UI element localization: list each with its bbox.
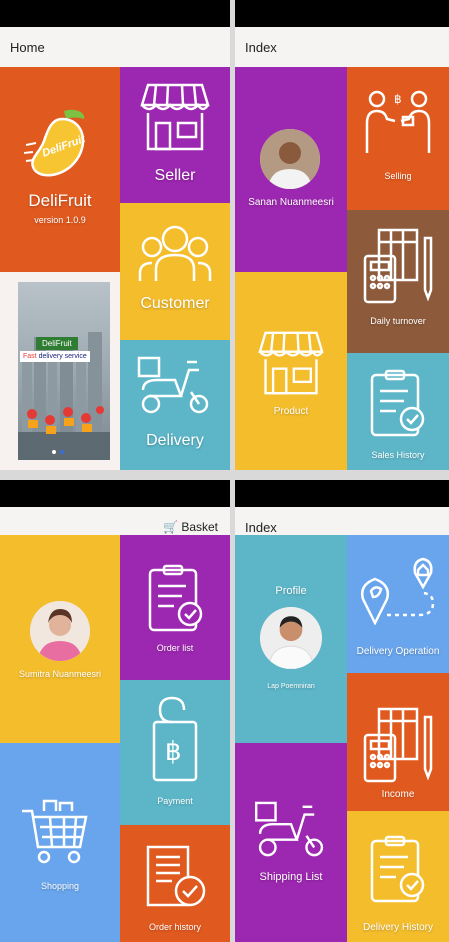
- person-avatar-icon: [260, 607, 322, 669]
- delivery-profile-tile[interactable]: Profile Lap Poemniran: [235, 535, 347, 743]
- exchange-icon: ฿: [365, 90, 431, 153]
- calculator-icon: [363, 707, 433, 783]
- delivery-operation-tile[interactable]: Delivery Operation: [347, 535, 449, 673]
- svg-text:฿: ฿: [165, 736, 182, 766]
- customer-label: Customer: [140, 295, 210, 312]
- payment-label: Payment: [157, 796, 193, 806]
- clipboard-check-icon: [370, 835, 425, 903]
- delivery-user-name: Lap Poemniran: [267, 683, 315, 690]
- page-title: Index: [245, 520, 277, 535]
- scooter-icon: [137, 356, 209, 414]
- price-tag-icon: ฿: [152, 696, 198, 782]
- app-logo-tile: DeliFruit DeliFruit version 1.0.9: [0, 67, 120, 272]
- basket-label: Basket: [181, 520, 218, 534]
- scooter-icon: [254, 801, 324, 857]
- app-bar: Home: [0, 27, 230, 67]
- svg-text:฿: ฿: [394, 92, 402, 106]
- home-screen: Home DeliFruit DeliFruit version 1.0.9 D…: [0, 0, 230, 470]
- income-label: Income: [381, 789, 415, 800]
- delivery-history-label: Delivery History: [362, 922, 433, 933]
- delivery-tile[interactable]: Delivery: [120, 340, 230, 470]
- customer-user-name: Sumitra Nuanmeesri: [18, 669, 102, 679]
- shop-icon: [140, 83, 210, 151]
- app-name: DeliFruit: [28, 191, 92, 210]
- delivery-index-screen: Index Profile Lap Poemniran Shipping Lis…: [235, 480, 449, 942]
- shipping-list-tile[interactable]: Shipping List: [235, 743, 347, 942]
- banner-tagline: Fast delivery service: [20, 351, 90, 362]
- selling-tile[interactable]: ฿ Selling: [347, 67, 449, 210]
- shopping-label: Shopping: [40, 881, 80, 891]
- mango-logo-icon: DeliFruit: [24, 109, 88, 177]
- order-history-label: Order history: [148, 922, 201, 932]
- banner-tagline-text: delivery service: [36, 353, 87, 360]
- shop-icon: [258, 331, 324, 395]
- status-bar: [0, 0, 230, 27]
- page-title: Index: [245, 40, 277, 55]
- status-bar: [0, 480, 230, 507]
- person-avatar-icon: [30, 601, 90, 661]
- income-tile[interactable]: Income: [347, 673, 449, 811]
- seller-tile[interactable]: Seller: [120, 67, 230, 203]
- customer-screen: 🛒 Basket Sumitra Nuanmeesri Shopping Ord…: [0, 480, 230, 942]
- seller-profile-tile[interactable]: Sanan Nuanmeesri: [235, 67, 347, 272]
- clipboard-check-icon: [148, 564, 203, 632]
- order-list-tile[interactable]: Order list: [120, 535, 230, 680]
- city-skyline-icon: [18, 332, 110, 460]
- seller-index-screen: Index Sanan Nuanmeesri Product ฿ Selling…: [235, 0, 449, 470]
- product-tile[interactable]: Product: [235, 272, 347, 470]
- banner-image: DeliFruit Fast delivery service: [18, 282, 110, 460]
- shopping-tile[interactable]: Shopping: [0, 743, 120, 942]
- avatar: [260, 607, 322, 669]
- person-avatar-icon: [260, 129, 320, 189]
- app-version: version 1.0.9: [34, 215, 86, 225]
- order-history-tile[interactable]: Order history: [120, 825, 230, 942]
- customer-tile[interactable]: Customer: [120, 203, 230, 340]
- sales-history-label: Sales History: [371, 450, 425, 460]
- banner-tagline-accent: Fast: [23, 353, 37, 360]
- clipboard-check-icon: [370, 369, 425, 437]
- calculator-icon: [363, 228, 433, 304]
- profile-label: Profile: [275, 585, 307, 597]
- sales-history-tile[interactable]: Sales History: [347, 353, 449, 470]
- product-label: Product: [273, 406, 309, 417]
- avatar: [30, 601, 90, 661]
- route-map-icon: [361, 557, 435, 625]
- seller-label: Seller: [154, 167, 196, 184]
- selling-label: Selling: [384, 171, 412, 181]
- shipping-list-label: Shipping List: [259, 871, 323, 883]
- basket-icon: 🛒: [163, 520, 178, 534]
- delivery-operation-label: Delivery Operation: [356, 646, 440, 657]
- page-title: Home: [10, 40, 45, 55]
- order-list-label: Order list: [156, 643, 194, 653]
- daily-turnover-tile[interactable]: Daily turnover: [347, 210, 449, 353]
- customers-icon: [138, 225, 212, 281]
- banner-brand: DeliFruit: [36, 337, 78, 350]
- customer-profile-tile[interactable]: Sumitra Nuanmeesri: [0, 535, 120, 743]
- shopping-cart-icon: [22, 799, 88, 864]
- app-bar: Index: [235, 27, 449, 67]
- seller-user-name: Sanan Nuanmeesri: [248, 197, 334, 208]
- promo-banner: DeliFruit Fast delivery service: [0, 272, 120, 470]
- status-bar: [235, 0, 449, 27]
- avatar: [260, 129, 320, 189]
- daily-turnover-label: Daily turnover: [370, 316, 426, 326]
- delivery-history-tile[interactable]: Delivery History: [347, 811, 449, 942]
- basket-button[interactable]: 🛒 Basket: [163, 520, 218, 534]
- delivery-label: Delivery: [146, 432, 204, 449]
- payment-tile[interactable]: ฿ Payment: [120, 680, 230, 825]
- status-bar: [235, 480, 449, 507]
- document-check-icon: [146, 845, 206, 907]
